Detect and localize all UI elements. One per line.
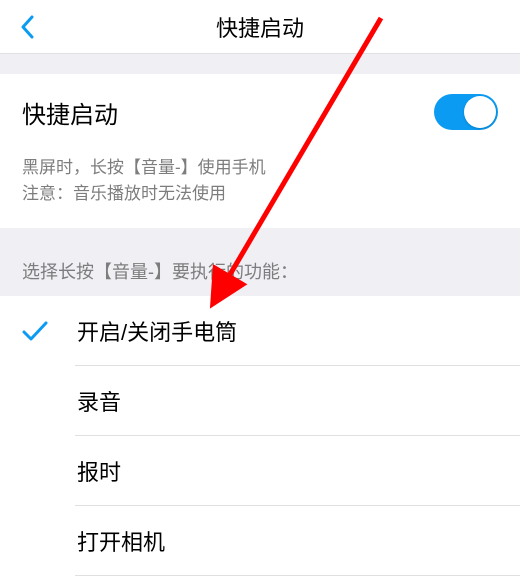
- check-icon: [22, 320, 48, 342]
- option-label: 开启/关闭手电筒: [77, 315, 237, 347]
- option-list: 开启/关闭手电筒 录音 报时 打开相机: [0, 296, 520, 576]
- header: 快捷启动: [0, 0, 520, 54]
- description: 黑屏时，长按【音量-】使用手机 注意：音乐播放时无法使用: [0, 150, 520, 228]
- option-label: 录音: [77, 385, 121, 417]
- desc-line2: 注意：音乐播放时无法使用: [22, 181, 498, 207]
- back-button[interactable]: [12, 12, 42, 42]
- desc-line1: 黑屏时，长按【音量-】使用手机: [22, 155, 498, 181]
- toggle-section: 快捷启动 黑屏时，长按【音量-】使用手机 注意：音乐播放时无法使用: [0, 74, 520, 228]
- toggle-switch[interactable]: [434, 94, 498, 130]
- page-title: 快捷启动: [0, 11, 520, 43]
- back-icon: [20, 15, 34, 39]
- option-flashlight[interactable]: 开启/关闭手电筒: [0, 296, 520, 366]
- toggle-knob: [464, 96, 496, 128]
- option-camera[interactable]: 打开相机: [0, 506, 520, 576]
- option-label: 报时: [77, 455, 121, 487]
- option-label: 打开相机: [77, 525, 165, 557]
- option-record[interactable]: 录音: [0, 366, 520, 436]
- check-column: [22, 320, 77, 342]
- toggle-label: 快捷启动: [22, 95, 118, 130]
- section-label: 选择长按【音量-】要执行的功能：: [0, 228, 520, 296]
- option-time[interactable]: 报时: [0, 436, 520, 506]
- quick-launch-toggle-row[interactable]: 快捷启动: [0, 74, 520, 150]
